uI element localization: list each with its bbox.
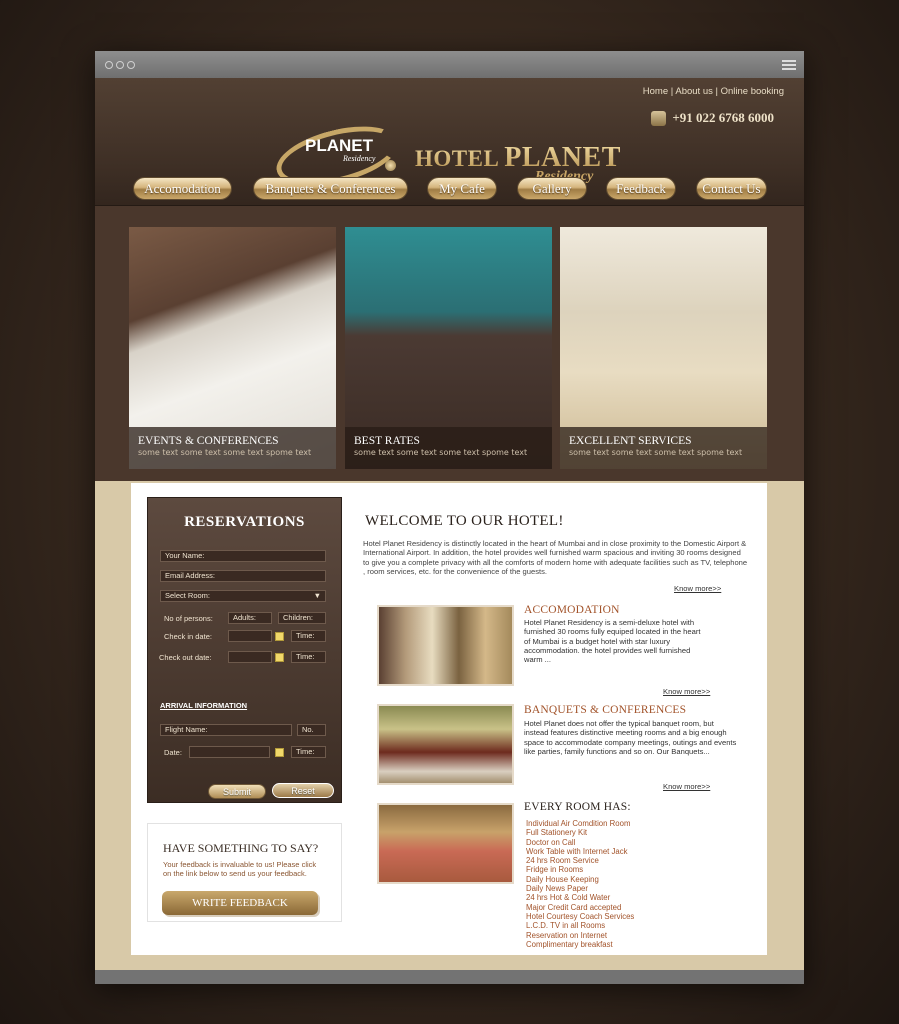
children-field[interactable]: Children: <box>278 612 326 624</box>
list-item: Hotel Courtesy Coach Services <box>526 911 635 921</box>
card-title: EXCELLENT SERVICES <box>569 435 692 447</box>
hotel-name-prefix: HOTEL <box>415 146 505 171</box>
list-item: Daily News Paper <box>526 884 588 894</box>
phone-number: +91 022 6768 6000 <box>651 110 774 126</box>
list-item: Doctor on Call <box>526 837 576 847</box>
write-feedback-button[interactable]: WRITE FEEDBACK <box>162 891 318 915</box>
feature-card-services[interactable]: EXCELLENT SERVICES some text some text so… <box>560 227 767 469</box>
reset-button[interactable]: Reset <box>272 783 334 798</box>
list-item: Full Stationery Kit <box>526 828 588 838</box>
nav-my-cafe[interactable]: My Cafe <box>427 177 497 200</box>
arrival-info-heading: ARRIVAL INFORMATION <box>160 701 248 710</box>
banquets-image[interactable] <box>377 704 514 785</box>
nav-feedback[interactable]: Feedback <box>606 177 676 200</box>
banquets-text: Hotel Planet does not offer the typical … <box>524 719 737 756</box>
calendar-icon[interactable] <box>275 632 284 641</box>
toplink-booking[interactable]: Online booking <box>721 86 784 97</box>
flight-no-field[interactable]: No. <box>297 724 326 736</box>
top-links: Home | About us | Online booking <box>642 86 784 97</box>
email-field[interactable]: Email Address: <box>160 570 326 582</box>
card-sub: some text some text some text spome text <box>138 448 312 457</box>
nav-gallery[interactable]: Gallery <box>517 177 587 200</box>
arrival-date-field[interactable] <box>189 746 270 758</box>
flight-name-field[interactable]: Flight Name: <box>160 724 292 736</box>
logo-sub: Residency <box>343 154 376 163</box>
checkin-date-field[interactable] <box>228 630 272 642</box>
card-sub: some text some text some text spome text <box>354 448 528 457</box>
accomodation-text: Hotel Planet Residency is a semi-deluxe … <box>524 618 701 665</box>
rooms-title: EVERY ROOM HAS: <box>524 801 631 813</box>
submit-button[interactable]: Submit <box>208 784 266 799</box>
welcome-know-more-link[interactable]: Know more>> <box>674 584 721 593</box>
banquets-title: BANQUETS & CONFERENCES <box>524 704 687 716</box>
nav-accomodation[interactable]: Accomodation <box>133 177 232 200</box>
checkout-label: Check out date: <box>159 653 212 662</box>
select-room-label: Select Room: <box>165 591 211 600</box>
hotel-name: HOTEL PLANET Residency <box>415 142 621 184</box>
reservations-title: RESERVATIONS <box>184 514 305 530</box>
arrival-time-field[interactable]: Time: <box>291 746 326 758</box>
list-item: 24 hrs Hot & Cold Water <box>526 893 611 903</box>
reservations-panel: RESERVATIONS Your Name: Email Address: S… <box>147 497 342 803</box>
select-room-dropdown[interactable]: Select Room: ▼ <box>160 590 326 602</box>
window-controls[interactable] <box>105 61 135 69</box>
phone-icon <box>651 110 667 126</box>
checkout-date-field[interactable] <box>228 651 272 663</box>
list-item: Fridge in Rooms <box>526 865 584 875</box>
nav-banquets[interactable]: Banquets & Conferences <box>253 177 408 200</box>
checkin-time-field[interactable]: Time: <box>291 630 326 642</box>
banquets-know-more-link[interactable]: Know more>> <box>663 782 710 791</box>
card-sub: some text some text some text spome text <box>569 448 743 457</box>
date-label: Date: <box>164 748 182 757</box>
feature-card-events[interactable]: EVENTS & CONFERENCES some text some text … <box>129 227 336 469</box>
list-item: Reservation on Internet <box>526 930 608 940</box>
site-header: Home | About us | Online booking +91 022… <box>95 78 804 206</box>
calendar-icon[interactable] <box>275 653 284 662</box>
card-title: EVENTS & CONFERENCES <box>138 435 279 447</box>
card-title: BEST RATES <box>354 435 420 447</box>
toplink-home[interactable]: Home <box>643 86 668 97</box>
toplink-about[interactable]: About us <box>675 86 713 97</box>
adults-field[interactable]: Adults: <box>228 612 272 624</box>
list-item: Major Credit Card accepted <box>526 902 622 912</box>
room-image[interactable] <box>377 803 514 884</box>
feedback-box: HAVE SOMETHING TO SAY? Your feedback is … <box>147 823 342 922</box>
list-item: Complimentary breakfast <box>526 939 613 949</box>
footer-bar <box>95 970 804 984</box>
your-name-field[interactable]: Your Name: <box>160 550 326 562</box>
accomodation-image[interactable] <box>377 605 514 686</box>
checkin-label: Check in date: <box>164 632 212 641</box>
chevron-down-icon: ▼ <box>313 591 321 600</box>
list-item: Individual Air Comdition Room <box>526 819 631 828</box>
list-item: L.C.D. TV in all Rooms <box>526 921 606 931</box>
list-item: Daily House Keeping <box>526 874 599 884</box>
list-item: Work Table with Internet Jack <box>526 846 628 856</box>
welcome-text: Hotel Planet Residency is distinctly loc… <box>363 539 748 576</box>
welcome-title: WELCOME TO OUR HOTEL! <box>365 513 564 529</box>
calendar-icon[interactable] <box>275 748 284 757</box>
amenities-list: Individual Air Comdition Room Full Stati… <box>526 819 634 949</box>
window-chrome <box>95 51 804 78</box>
main-content: RESERVATIONS Your Name: Email Address: S… <box>131 483 767 955</box>
list-item: 24 hrs Room Service <box>526 856 599 866</box>
hamburger-menu-icon[interactable] <box>782 60 796 70</box>
checkout-time-field[interactable]: Time: <box>291 651 326 663</box>
feedback-text: Your feedback is invaluable to us! Pleas… <box>163 860 317 878</box>
accomodation-title: ACCOMODATION <box>524 604 620 616</box>
logo-word: PLANET <box>305 136 373 155</box>
feedback-title: HAVE SOMETHING TO SAY? <box>163 841 319 855</box>
phone-text: +91 022 6768 6000 <box>672 110 774 125</box>
persons-label: No of persons: <box>164 614 213 623</box>
nav-contact[interactable]: Contact Us <box>696 177 767 200</box>
feature-card-rates[interactable]: BEST RATES some text some text some text … <box>345 227 552 469</box>
feature-band: EVENTS & CONFERENCES some text some text … <box>95 206 804 481</box>
accomodation-know-more-link[interactable]: Know more>> <box>663 687 710 696</box>
browser-window: Home | About us | Online booking +91 022… <box>95 51 804 984</box>
